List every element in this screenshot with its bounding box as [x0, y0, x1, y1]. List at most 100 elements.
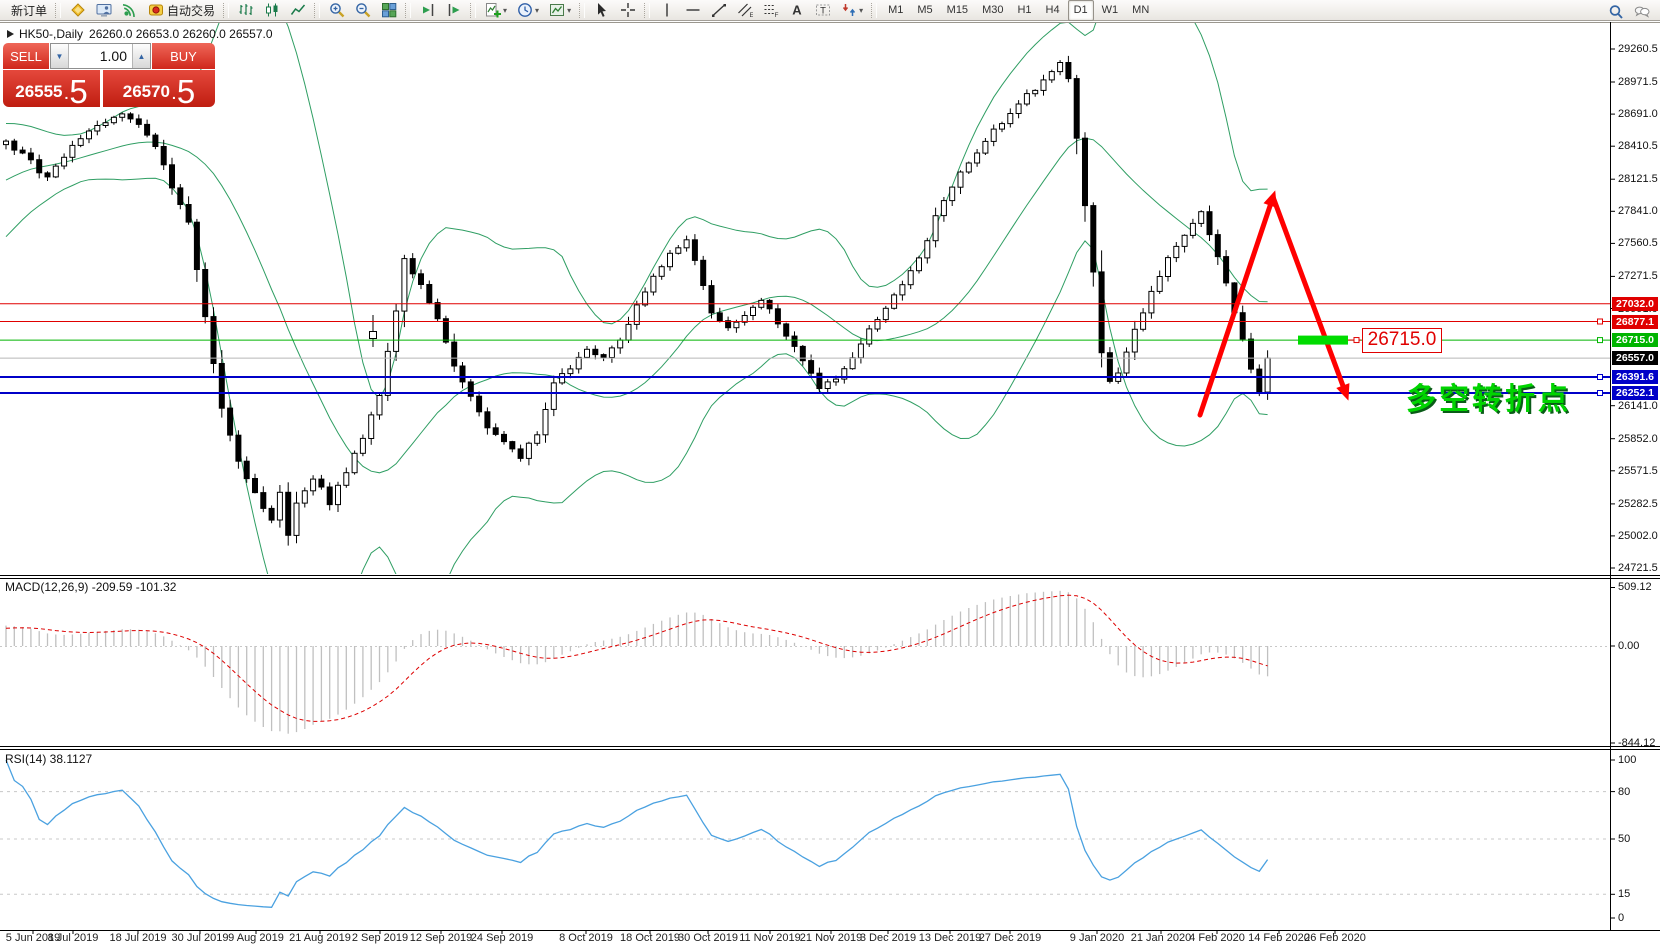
fibonacci-button[interactable]: F: [759, 0, 783, 21]
search-button[interactable]: [1604, 1, 1628, 22]
timeframe-mn-button[interactable]: MN: [1126, 0, 1155, 21]
level-price-tag[interactable]: 26877.1: [1612, 315, 1658, 329]
level-price-tag[interactable]: 26391.6: [1612, 370, 1658, 384]
label-button[interactable]: T: [811, 0, 835, 21]
timeframe-m15-button[interactable]: M15: [941, 0, 974, 21]
trendline-button[interactable]: [707, 0, 731, 21]
horizontal-line-button[interactable]: [681, 0, 705, 21]
bull-candle: [310, 478, 317, 492]
crosshair-button[interactable]: [616, 0, 640, 21]
bear-candle: [1065, 62, 1072, 80]
level-price-tag[interactable]: 26715.0: [1612, 333, 1658, 347]
sell-price[interactable]: 26555 . 5: [3, 70, 100, 108]
level-price-tag[interactable]: 26557.0: [1612, 351, 1658, 365]
bull-candle: [401, 258, 408, 312]
timeframe-m5-button-label: M5: [917, 4, 933, 16]
price-level-callout[interactable]: 26715.0: [1362, 328, 1442, 353]
level-price-tag[interactable]: 26252.1: [1612, 386, 1658, 400]
new-order-button[interactable]: 新订单: [4, 0, 51, 21]
cursor-icon: [594, 2, 610, 18]
buy-button[interactable]: BUY: [152, 43, 215, 69]
buy-price[interactable]: 26570 . 5: [103, 70, 215, 108]
chart-symbol-icon: [7, 30, 14, 38]
bear-candle: [783, 323, 790, 337]
level-line-handle[interactable]: [1597, 337, 1603, 344]
bull-candle: [675, 247, 682, 254]
bull-candle: [559, 373, 566, 384]
annotation-note-text[interactable]: 多空转折点: [1406, 374, 1571, 418]
vertical-line-button[interactable]: [655, 0, 679, 21]
object-anchor-square[interactable]: [369, 331, 377, 339]
level-line-handle[interactable]: [1597, 374, 1603, 380]
date-axis[interactable]: 5 Jun 2019 8 Jul 2019 18 Jul 2019 30 Jul 20…: [0, 930, 1610, 945]
templates-button[interactable]: ▾: [545, 0, 575, 21]
timeframe-m15-button-label: M15: [946, 4, 969, 16]
autotrading-button[interactable]: 自动交易: [144, 0, 219, 21]
bear-candle: [700, 259, 707, 286]
bull-candle: [1131, 328, 1138, 353]
auto-scroll-button[interactable]: [416, 0, 440, 21]
volume-increase-button[interactable]: ▲: [132, 44, 150, 68]
cursor-button[interactable]: [590, 0, 614, 21]
price-axis-tick-label: 26141.0: [1618, 400, 1658, 412]
bull-candle: [617, 339, 624, 349]
volume-value[interactable]: 1.00: [69, 44, 132, 68]
chart-shift-button[interactable]: [442, 0, 466, 21]
market-watch-button[interactable]: [66, 0, 90, 21]
timeframe-h1-button[interactable]: H1: [1011, 0, 1037, 21]
bear-candle: [708, 285, 715, 314]
arrows-button[interactable]: ▾: [837, 0, 867, 21]
timeframe-m1-button[interactable]: M1: [882, 0, 909, 21]
bear-candle: [11, 140, 18, 151]
autoscroll-icon: [420, 2, 436, 18]
channel-button[interactable]: E: [733, 0, 757, 21]
bear-candle: [492, 427, 499, 435]
bar-chart-button[interactable]: [234, 0, 258, 21]
indicators-button[interactable]: ▾: [481, 0, 511, 21]
sell-button-label: SELL: [10, 48, 42, 64]
terminal-icon: [96, 2, 112, 18]
timeframe-mn-button-label: MN: [1132, 4, 1150, 16]
price-axis[interactable]: 29260.5 28971.5 28691.0 28410.5 28121.5 27841…: [1610, 22, 1660, 930]
signals-button[interactable]: [118, 0, 142, 21]
support-zone-bar[interactable]: [1298, 335, 1348, 345]
timeframe-h4-button[interactable]: H4: [1040, 0, 1066, 21]
volume-stepper[interactable]: ▼ 1.00 ▲: [50, 43, 151, 69]
periods-button[interactable]: ▾: [513, 0, 543, 21]
toolbar-separator: [405, 2, 412, 18]
timeframe-h1-button-label: H1: [1017, 4, 1032, 16]
buy-button-label: BUY: [170, 48, 197, 64]
bull-candle: [1148, 290, 1155, 314]
dropdown-caret-icon: ▾: [567, 5, 572, 15]
callout-anchor-square: [1353, 337, 1360, 344]
timeframe-w1-button[interactable]: W1: [1096, 0, 1125, 21]
volume-decrease-button[interactable]: ▼: [51, 44, 69, 68]
zoom-in-button[interactable]: [325, 0, 349, 21]
timeframe-m5-button[interactable]: M5: [911, 0, 938, 21]
bear-candle: [243, 460, 250, 480]
toolbar-separator: [871, 2, 878, 18]
timeframe-d1-button[interactable]: D1: [1067, 0, 1094, 21]
trend-icon: [711, 2, 727, 18]
bear-candle: [501, 433, 507, 443]
price-axis-tick-label: 29260.5: [1618, 43, 1658, 55]
level-line-handle[interactable]: [1597, 318, 1603, 325]
zoom-out-button[interactable]: [351, 0, 375, 21]
chart-symbol-period: HK50-,Daily: [19, 27, 84, 41]
line-chart-button[interactable]: [286, 0, 310, 21]
spinner-down-icon: ▼: [55, 51, 64, 61]
tile-windows-button[interactable]: [377, 0, 401, 21]
sell-button[interactable]: SELL: [3, 43, 49, 69]
timeframe-m30-button[interactable]: M30: [976, 0, 1009, 21]
candlestick-chart-button[interactable]: [260, 0, 284, 21]
level-price-tag[interactable]: 27032.0: [1612, 297, 1658, 311]
text-button[interactable]: A: [785, 0, 809, 21]
bear-candle: [459, 365, 466, 383]
data-window-button[interactable]: [92, 0, 116, 21]
chat-button[interactable]: [1630, 1, 1654, 22]
new-order-button-label: 新订单: [11, 3, 48, 18]
price-chart-canvas[interactable]: [0, 0, 1660, 945]
level-line-handle[interactable]: [1597, 390, 1603, 396]
timeframe-m1-button-label: M1: [888, 4, 904, 16]
date-label: 4 Feb 2020: [1189, 932, 1245, 944]
